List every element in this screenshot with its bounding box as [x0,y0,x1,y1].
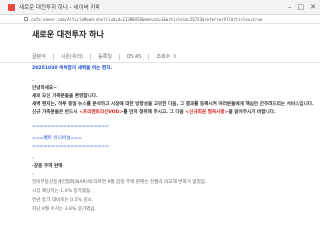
post-views: 9 [173,53,177,60]
meta-divider [118,53,120,60]
site-favicon-icon [8,3,15,11]
window-controls: – □ ✕ [288,3,316,11]
paragraph-1: 전미부동산중개인협회(NAR)에 따르면 9월 잠정 주택 판매는 전월과 비교… [32,180,207,185]
paragraph-3: 전년 동기 대비로는 0.5% 감소. [32,198,94,203]
browser-window: 새로운 대전투자 하나 - 네이버 카페 – □ ✕ cafe.naver.co… [0,0,320,240]
notice-link[interactable]: <신규회원 필독사항> [185,110,228,115]
paragraph-2: 시장 예상치는 1.0% 증가였음. [32,189,92,194]
lock-icon [24,17,28,21]
post-title: 새로운 대전투자 하나 [32,30,104,39]
meta-divider [148,53,150,60]
body-line-2: 신규 가족분들은 반드시 <프리멘토리신VOD>를 먼저 청취해 주시고, 그 … [32,110,276,116]
url-text[interactable]: cafe.naver.com/ArticleRead.nhn?clubid=11… [31,17,301,22]
post-time: 05:45 [126,53,142,60]
vod-link[interactable]: <프리멘토리신VOD> [79,110,123,115]
title-bar: 새로운 대전투자 하나 - 네이버 카페 – □ ✕ [0,0,320,15]
dash-divider-2: ==================== [32,144,109,149]
maximize-icon[interactable]: □ [298,3,305,11]
post-date-label: 등록일 [98,54,112,60]
post-header: 새로운 대전투자 하나 글분석 시온(유리) 등록일 05:45 조회수 9 [0,25,320,63]
close-icon[interactable]: ✕ [310,3,316,11]
post-views-label: 조회수 [156,54,171,60]
address-bar[interactable]: cafe.naver.com/ArticleRead.nhn?clubid=11… [0,15,320,24]
meta-divider [52,53,54,60]
post-meta: 글분석 시온(유리) 등록일 05:45 조회수 9 [32,53,176,60]
meta-divider [90,53,92,60]
body-line-2b: 를 먼저 청취해 주시고, 그 다음 [123,110,186,115]
body-line-2a: 신규 가족분들은 반드시 [32,110,80,115]
post-author[interactable]: 시온(유리) [61,53,83,60]
universal-link[interactable]: ===벨트 유니버설=== [32,136,82,142]
section-dash-2: - [32,172,34,177]
greeting: 안녕하세요~ [32,86,57,91]
section-title: -장중 주역 판매 [32,164,63,169]
minimize-icon[interactable]: – [288,3,292,11]
tab-title[interactable]: 새로운 대전투자 하나 - 네이버 카페 [19,3,99,11]
dash-divider: ==================== [32,124,109,129]
date-line: 20251030 씩씩함의 새벽을 여는 편지. [32,66,113,71]
section-dash: - [32,156,34,161]
intro-text: 새로 오신 가족분들을 환영합니다. [32,94,98,99]
body-dash: - [32,79,34,84]
post-category[interactable]: 글분석 [32,53,46,60]
body-line-1: 새벽 편지는, 하루 종일 뉴스를 분석하고 시장에 대한 방향성을 고민한 다… [32,102,314,107]
body-line-2c: 을 읽어주시기 바랍니다. [228,110,276,115]
paragraph-4: 지난 8월 수치는 3.8% 증가였음. [32,207,97,212]
